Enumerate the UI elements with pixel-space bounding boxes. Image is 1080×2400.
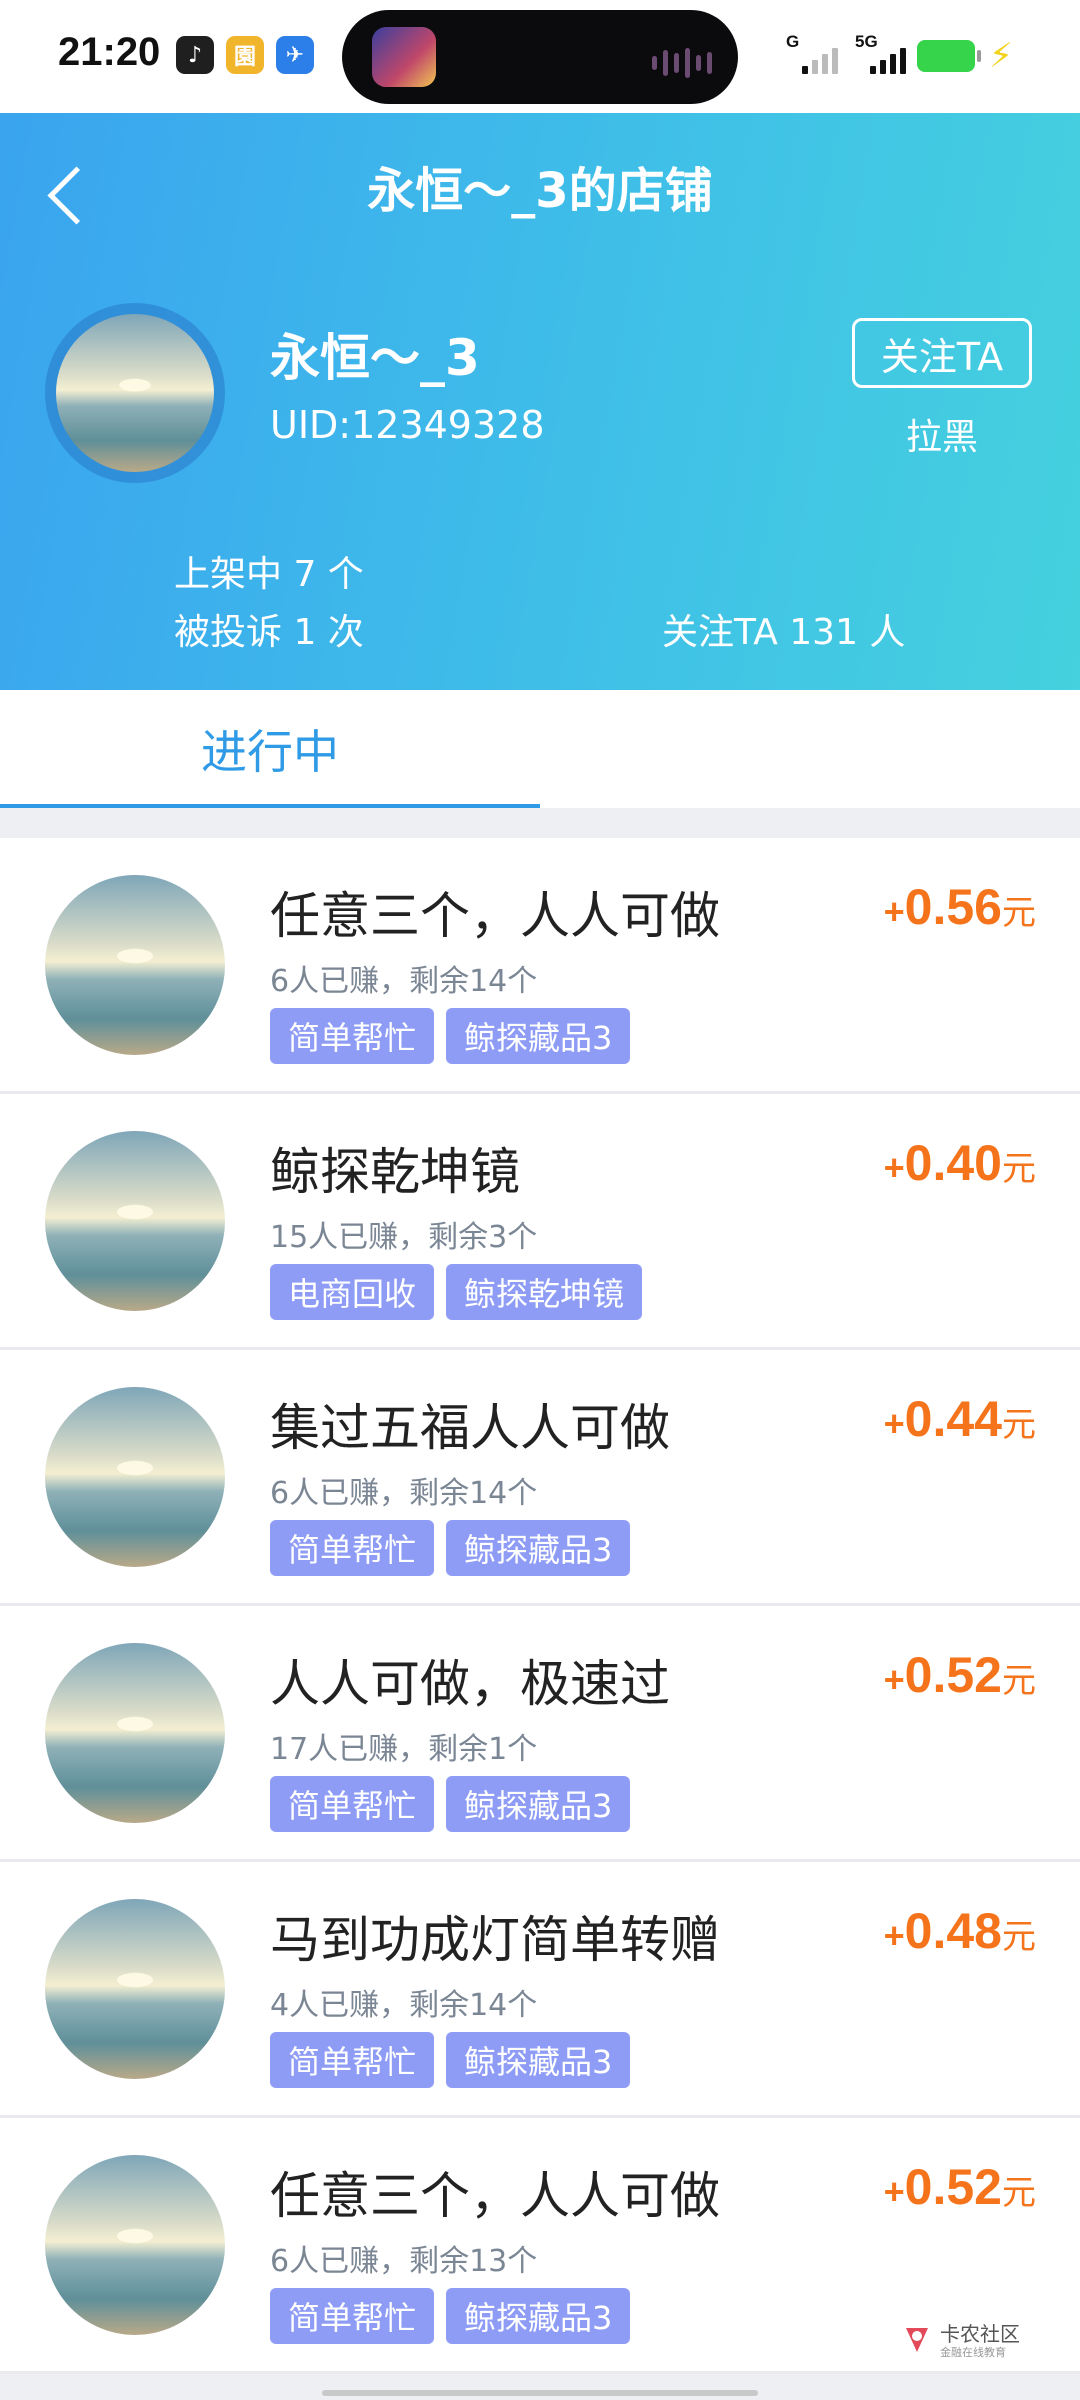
watermark-subtext: 金融在线教育 (940, 2346, 1006, 2359)
sim1-label: G (786, 32, 800, 51)
task-tag: 鲸探藏品3 (446, 2288, 631, 2344)
task-reward: +0.52元 (884, 1646, 1036, 1704)
tab-active-indicator (0, 804, 540, 808)
dynamic-island[interactable] (342, 10, 738, 104)
reward-plus: + (883, 1915, 905, 1956)
reward-amount: 0.48 (904, 1903, 1002, 1959)
task-title: 人人可做，极速过 (270, 1655, 670, 1713)
reward-plus: + (883, 1403, 905, 1444)
avatar[interactable] (56, 314, 214, 472)
reward-unit: 元 (1002, 1918, 1036, 1956)
bird-app-icon: ✈ (276, 36, 314, 74)
task-tags: 简单帮忙 鲸探藏品3 (270, 1520, 631, 1576)
task-list: 任意三个，人人可做 6人已赚，剩余14个 简单帮忙 鲸探藏品3 +0.56元 鲸探… (0, 838, 1080, 2374)
status-time: 21:20 (58, 30, 161, 74)
task-tags: 简单帮忙 鲸探藏品3 (270, 2032, 631, 2088)
task-tags: 简单帮忙 鲸探藏品3 (270, 2288, 631, 2344)
audio-wave-icon (652, 48, 712, 78)
charging-bolt-icon: ⚡ (989, 36, 1013, 76)
reward-unit: 元 (1002, 1662, 1036, 1700)
reward-unit: 元 (1002, 1406, 1036, 1444)
watermark: 卡农社区 金融在线教育 (900, 2318, 1050, 2368)
task-list-item[interactable]: 马到功成灯简单转赠 4人已赚，剩余14个 简单帮忙 鲸探藏品3 +0.48元 (0, 1862, 1080, 2118)
task-avatar (45, 875, 225, 1055)
on-shelf-count: 上架中 7 个 (174, 554, 364, 595)
task-tag: 电商回收 (270, 1264, 435, 1320)
task-title: 马到功成灯简单转赠 (270, 1911, 720, 1969)
task-tag: 鲸探藏品3 (446, 1008, 631, 1064)
follower-count: 关注TA 131 人 (662, 612, 906, 653)
battery-icon (917, 40, 981, 72)
task-tag: 简单帮忙 (270, 1776, 435, 1832)
shop-owner-name: 永恒～_3 (270, 329, 480, 387)
task-progress: 17人已赚，剩余1个 (270, 1732, 538, 1767)
task-tag: 简单帮忙 (270, 2288, 435, 2344)
watermark-text: 卡农社区 (940, 2322, 1020, 2346)
task-progress: 6人已赚，剩余14个 (270, 964, 538, 999)
task-list-item[interactable]: 集过五福人人可做 6人已赚，剩余14个 简单帮忙 鲸探藏品3 +0.44元 (0, 1350, 1080, 1606)
task-title: 鲸探乾坤镜 (270, 1143, 520, 1201)
task-tag: 鲸探乾坤镜 (446, 1264, 643, 1320)
task-reward: +0.48元 (884, 1902, 1036, 1960)
reward-unit: 元 (1002, 894, 1036, 932)
page-title: 永恒～_3的店铺 (367, 163, 713, 219)
task-list-item[interactable]: 任意三个，人人可做 6人已赚，剩余14个 简单帮忙 鲸探藏品3 +0.56元 (0, 838, 1080, 1094)
task-tag: 简单帮忙 (270, 1008, 435, 1064)
tab-bar: 进行中 (0, 690, 1080, 808)
task-reward: +0.52元 (884, 2158, 1036, 2216)
reward-amount: 0.56 (904, 879, 1002, 935)
task-title: 集过五福人人可做 (270, 1399, 670, 1457)
status-bar: 21:20 ♪ 園 ✈ G 5G ⚡ (0, 0, 1080, 113)
task-avatar (45, 1899, 225, 2079)
task-tags: 简单帮忙 鲸探藏品3 (270, 1008, 631, 1064)
complaint-count: 被投诉 1 次 (174, 612, 364, 653)
task-list-item[interactable]: 人人可做，极速过 17人已赚，剩余1个 简单帮忙 鲸探藏品3 +0.52元 (0, 1606, 1080, 1862)
task-avatar (45, 2155, 225, 2335)
shop-header: 永恒～_3的店铺 永恒～_3 UID:12349328 关注TA 拉黑 上架中 … (0, 113, 1080, 690)
reward-amount: 0.40 (904, 1135, 1002, 1191)
music-app-icon: ♪ (176, 36, 214, 74)
task-title: 任意三个，人人可做 (270, 2167, 720, 2225)
task-tag: 简单帮忙 (270, 1520, 435, 1576)
reward-plus: + (883, 1147, 905, 1188)
reward-amount: 0.52 (904, 2159, 1002, 2215)
status-app-icons: ♪ 園 ✈ (176, 36, 314, 74)
home-indicator[interactable] (322, 2390, 758, 2396)
task-progress: 4人已赚，剩余14个 (270, 1988, 538, 2023)
task-progress: 6人已赚，剩余13个 (270, 2244, 538, 2279)
task-reward: +0.56元 (884, 878, 1036, 936)
task-tag: 鲸探藏品3 (446, 2032, 631, 2088)
task-avatar (45, 1387, 225, 1567)
follow-button[interactable]: 关注TA (852, 318, 1032, 388)
signal-icon (802, 40, 838, 74)
tab-in-progress[interactable]: 进行中 (0, 690, 540, 808)
block-button[interactable]: 拉黑 (852, 408, 1032, 460)
reward-plus: + (883, 2171, 905, 2212)
task-tags: 电商回收 鲸探乾坤镜 (270, 1264, 643, 1320)
task-progress: 6人已赚，剩余14个 (270, 1476, 538, 1511)
task-reward: +0.44元 (884, 1390, 1036, 1448)
task-list-item[interactable]: 鲸探乾坤镜 15人已赚，剩余3个 电商回收 鲸探乾坤镜 +0.40元 (0, 1094, 1080, 1350)
reward-plus: + (883, 1659, 905, 1700)
garden-app-icon: 園 (226, 36, 264, 74)
task-progress: 15人已赚，剩余3个 (270, 1220, 538, 1255)
reward-unit: 元 (1002, 2174, 1036, 2212)
task-avatar (45, 1643, 225, 1823)
task-tag: 鲸探藏品3 (446, 1776, 631, 1832)
reward-plus: + (883, 891, 905, 932)
user-id: UID:12349328 (270, 403, 545, 447)
reward-unit: 元 (1002, 1150, 1036, 1188)
task-reward: +0.40元 (884, 1134, 1036, 1192)
watermark-logo-icon (906, 2328, 928, 2352)
task-tag: 简单帮忙 (270, 2032, 435, 2088)
task-tag: 鲸探藏品3 (446, 1520, 631, 1576)
signal-5g-icon (870, 40, 906, 74)
task-title: 任意三个，人人可做 (270, 887, 720, 945)
task-tags: 简单帮忙 鲸探藏品3 (270, 1776, 631, 1832)
reward-amount: 0.52 (904, 1647, 1002, 1703)
now-playing-thumbnail (372, 27, 436, 87)
task-avatar (45, 1131, 225, 1311)
reward-amount: 0.44 (904, 1391, 1002, 1447)
